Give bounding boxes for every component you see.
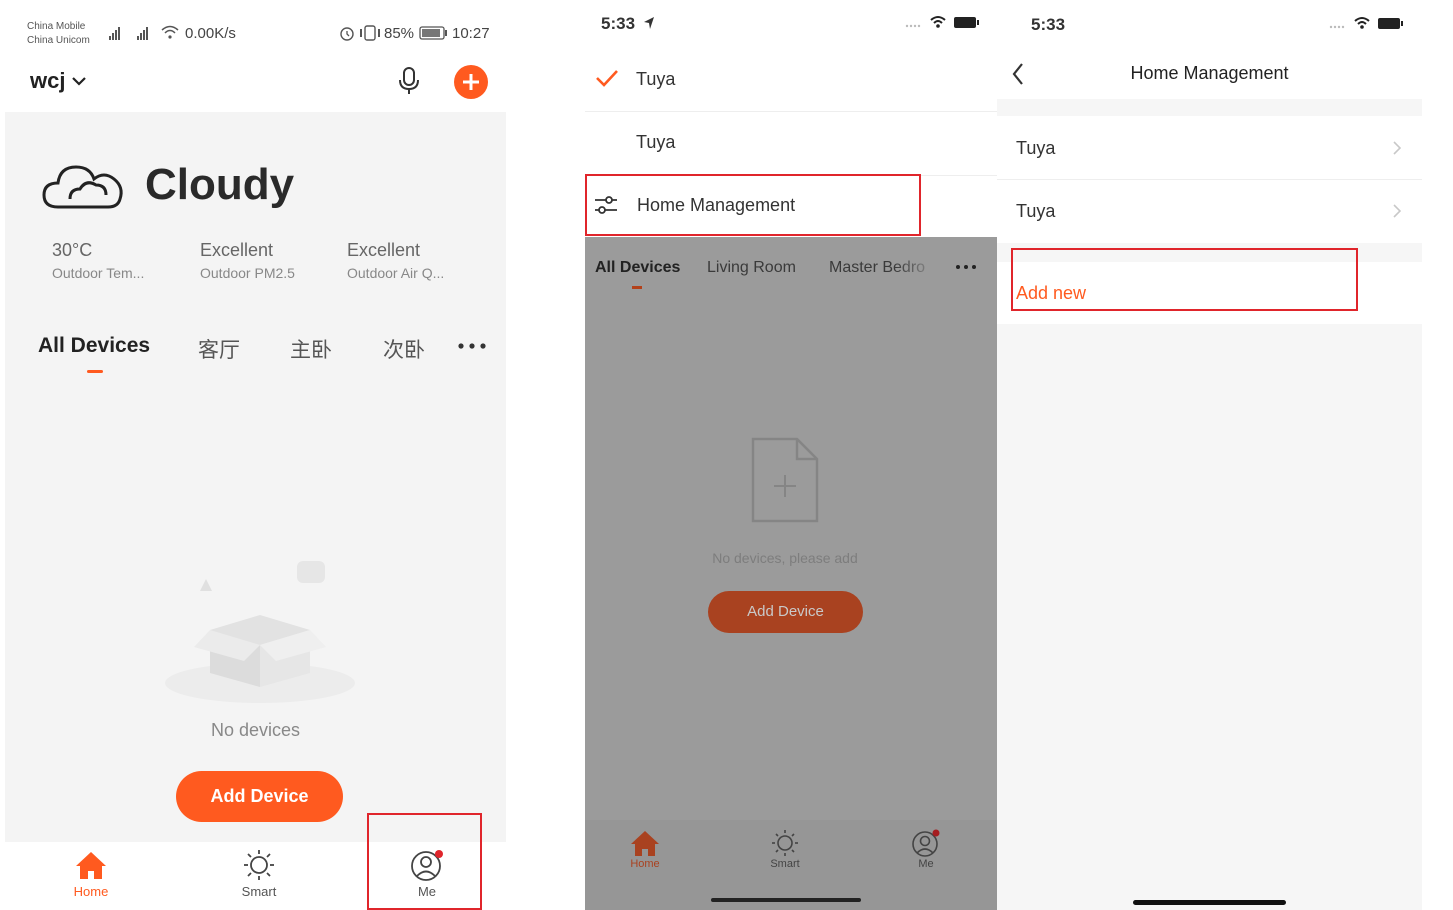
tab-room-2[interactable]: 主卧 (290, 334, 332, 364)
signal-icon (109, 27, 148, 40)
home-indicator (1133, 900, 1286, 905)
tab-all-devices[interactable]: All Devices (595, 259, 680, 277)
add-device-button[interactable]: Add Device (176, 771, 343, 822)
nav-label: Smart (770, 858, 800, 870)
weather-condition: Cloudy (145, 160, 295, 209)
tab-room-1[interactable]: 客厅 (198, 334, 240, 364)
status-icons (905, 16, 979, 28)
profile-icon (912, 829, 940, 857)
wifi-icon (161, 25, 179, 39)
tab-master-bedroom[interactable]: Master Bedro (829, 259, 939, 277)
status-bar: China Mobile China Unicom 0.00K/s 85% 10… (5, 14, 506, 54)
add-device-button[interactable]: Add Device (708, 591, 863, 633)
bottom-nav: Home Smart Me (585, 820, 997, 910)
highlight-me-tab (367, 813, 482, 910)
header: wcj (5, 54, 506, 112)
stat-label: Outdoor Tem... (52, 265, 145, 281)
nav-label: Home (73, 884, 109, 899)
nav-label: Smart (241, 884, 277, 899)
page-title: Home Management (1130, 63, 1289, 83)
home-switcher-ios: 5:33 Tuya Tuya Home Management All Devic… (585, 0, 997, 910)
nav-me[interactable]: Me (896, 828, 956, 870)
home-selector[interactable]: wcj (30, 68, 87, 94)
stat-value: Excellent (200, 240, 274, 260)
add-button[interactable] (454, 65, 488, 99)
chevron-right-icon (1393, 204, 1402, 218)
location-arrow-icon (644, 17, 654, 29)
home-screen-android: China Mobile China Unicom 0.00K/s 85% 10… (5, 0, 506, 910)
new-document-icon (751, 437, 819, 523)
chevron-right-icon (1393, 141, 1402, 155)
home-row-label: Tuya (1016, 201, 1056, 221)
home-icon (76, 852, 106, 879)
weather-stat-air-quality: Excellent Outdoor Air Q... (347, 240, 444, 281)
microphone-icon[interactable] (397, 66, 421, 96)
tab-room-3[interactable]: 次卧 (383, 334, 425, 364)
carrier-1: China Mobile (27, 21, 86, 32)
weather-stat-temperature: 30°C Outdoor Tem... (52, 240, 144, 281)
menu-item-home-1[interactable]: Tuya (585, 48, 997, 112)
status-time: 5:33 (601, 14, 636, 33)
more-icon[interactable] (457, 342, 487, 350)
plus-icon (463, 74, 479, 90)
checkmark-icon (596, 70, 618, 87)
stat-label: Outdoor PM2.5 (200, 265, 295, 281)
nav-home[interactable]: Home (615, 828, 675, 870)
nav-smart[interactable]: Smart (219, 848, 299, 899)
dimmed-overlay[interactable]: All Devices Living Room Master Bedro No … (585, 237, 997, 910)
top-margin (5, 0, 506, 14)
battery-percent: 85% (384, 25, 415, 42)
status-time: 5:33 (1031, 15, 1066, 34)
menu-item-label: Tuya (636, 132, 676, 152)
nav-smart[interactable]: Smart (755, 828, 815, 870)
home-row-label: Tuya (1016, 138, 1056, 158)
tab-indicator (87, 370, 103, 373)
empty-box-illustration (165, 561, 355, 703)
nav-home[interactable]: Home (51, 848, 131, 899)
highlight-home-management (585, 174, 921, 236)
net-speed: 0.00K/s (185, 25, 236, 42)
nav-label: Home (630, 858, 660, 870)
menu-item-label: Tuya (636, 69, 676, 89)
home-row-1[interactable]: Tuya (997, 116, 1422, 180)
tab-all-devices[interactable]: All Devices (38, 334, 150, 358)
sun-icon (772, 830, 798, 856)
home-row-2[interactable]: Tuya (997, 180, 1422, 243)
stat-value: 30°C (52, 240, 93, 260)
weather-stat-pm25: Excellent Outdoor PM2.5 (200, 240, 295, 281)
highlight-add-new (1011, 248, 1358, 311)
sun-icon (244, 850, 274, 880)
alarm-icon (340, 27, 354, 41)
chevron-down-icon (72, 77, 87, 86)
vibrate-icon (360, 25, 380, 41)
cloud-icon (42, 165, 123, 209)
nav-label: Me (918, 858, 934, 870)
more-icon[interactable] (955, 264, 977, 270)
empty-state-text: No devices, please add (712, 550, 858, 566)
stat-label: Outdoor Air Q... (347, 265, 445, 281)
menu-item-home-2[interactable]: Tuya (585, 112, 997, 176)
clock: 10:27 (452, 25, 490, 42)
status-icons (1329, 17, 1403, 29)
tab-indicator (632, 286, 642, 289)
home-name: wcj (30, 68, 66, 93)
tab-living-room[interactable]: Living Room (707, 259, 796, 277)
home-management-screen: 5:33 Home Management Tuya Tuya Add new (997, 0, 1422, 910)
nav-header: 5:33 Home Management (997, 0, 1422, 99)
empty-state-text: No devices (210, 720, 301, 740)
carrier-2: China Unicom (27, 35, 90, 46)
home-icon (631, 831, 659, 856)
battery-icon (419, 26, 447, 40)
home-indicator (711, 898, 861, 902)
stat-value: Excellent (347, 240, 421, 260)
